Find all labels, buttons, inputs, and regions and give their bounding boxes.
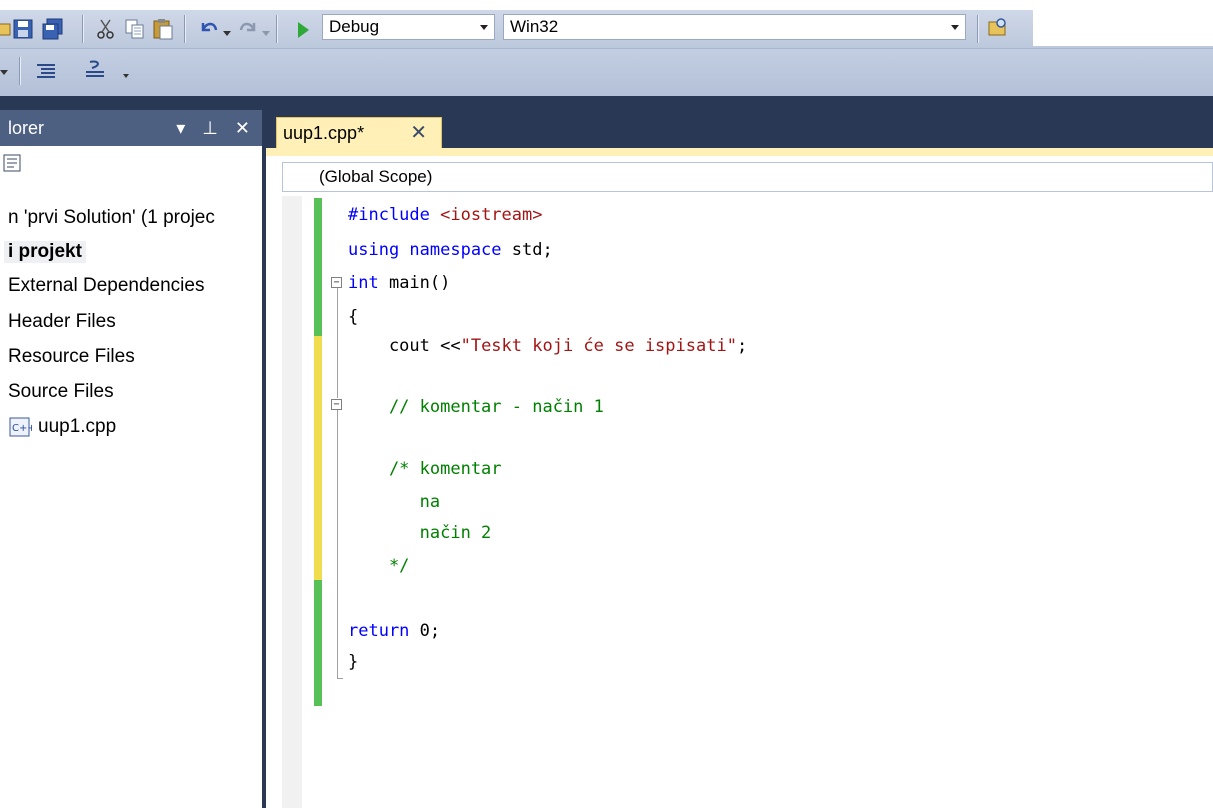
- save-icon[interactable]: [12, 18, 34, 40]
- solution-explorer-panel: n 'prvi Solution' (1 projec i projekt Ex…: [0, 146, 262, 808]
- window-controls[interactable]: ▾ ⊥ ✕: [176, 110, 256, 146]
- scope-value: (Global Scope): [319, 167, 433, 186]
- solution-platform-select[interactable]: Win32: [503, 14, 966, 40]
- platform-value: Win32: [510, 17, 559, 36]
- code-editor[interactable]: (Global Scope) − − #include <iostream> u…: [266, 156, 1213, 808]
- tree-item-uup1-cpp[interactable]: uup1.cpp: [38, 416, 116, 438]
- tab-uup1-cpp[interactable]: uup1.cpp* ✕: [276, 117, 442, 149]
- code-line-11: način 2: [348, 523, 492, 543]
- close-icon[interactable]: ✕: [410, 118, 427, 148]
- tree-item-external-dependencies[interactable]: External Dependencies: [8, 275, 204, 297]
- cut-icon[interactable]: [95, 18, 117, 40]
- copy-icon[interactable]: [124, 18, 146, 40]
- tree-item-resource-files[interactable]: Resource Files: [8, 346, 135, 368]
- standard-toolbar: Debug Win32: [0, 10, 1213, 48]
- solution-explorer-title: lorer: [8, 118, 45, 138]
- toolbar-overflow-icon[interactable]: [123, 74, 129, 78]
- collapse-icon[interactable]: −: [331, 399, 342, 410]
- search-box[interactable]: [1033, 10, 1213, 46]
- paste-icon[interactable]: [152, 18, 174, 40]
- toolbar-separator: [184, 15, 185, 43]
- code-line-7: // komentar - način 1: [348, 397, 604, 417]
- redo-icon[interactable]: [237, 18, 259, 40]
- code-line-9: /* komentar: [348, 459, 502, 479]
- fold-guide-end: [337, 678, 343, 679]
- chevron-down-icon: [480, 25, 488, 30]
- toolbar-separator: [977, 15, 978, 43]
- code-line-14: return 0;: [348, 621, 441, 641]
- save-all-icon[interactable]: [42, 18, 64, 40]
- code-line-15: }: [348, 652, 359, 672]
- tree-item-project[interactable]: i projekt: [4, 241, 86, 263]
- code-line-1: #include <iostream>: [348, 205, 543, 225]
- find-in-files-icon[interactable]: [987, 16, 1009, 38]
- change-indicator-saved: [314, 198, 322, 336]
- tab-label: uup1.cpp*: [283, 123, 365, 143]
- tree-item-solution[interactable]: n 'prvi Solution' (1 projec: [8, 207, 215, 229]
- change-indicator-saved: [314, 580, 322, 706]
- indicator-margin: [282, 196, 302, 808]
- top-strip: [0, 0, 1213, 10]
- svg-text:C++: C++: [12, 423, 32, 434]
- toolbar-separator: [19, 57, 20, 85]
- config-value: Debug: [329, 17, 380, 36]
- code-line-10: na: [348, 492, 441, 512]
- collapse-icon[interactable]: −: [331, 277, 342, 288]
- tab-accent-bar: [266, 148, 1213, 156]
- redo-dropdown-icon[interactable]: [262, 31, 270, 36]
- fold-guide: [337, 288, 338, 398]
- tree-item-source-files[interactable]: Source Files: [8, 381, 114, 403]
- start-debugging-icon[interactable]: [292, 19, 314, 41]
- toolbar-separator: [82, 15, 83, 43]
- change-indicator-unsaved: [314, 336, 322, 580]
- code-line-5: cout <<"Teskt koji će se ispisati";: [348, 336, 748, 356]
- toolbar-separator: [276, 15, 277, 43]
- chevron-down-icon: [951, 25, 959, 30]
- uncomment-lines-icon[interactable]: [84, 59, 106, 81]
- properties-icon[interactable]: [2, 152, 24, 174]
- solution-explorer-header: lorer ▾ ⊥ ✕: [0, 110, 262, 146]
- comment-lines-icon[interactable]: [35, 61, 57, 83]
- undo-icon[interactable]: [198, 18, 220, 40]
- code-line-3: int main(): [348, 273, 451, 293]
- toolbar-dropdown-icon[interactable]: [0, 70, 8, 75]
- code-line-12: */: [348, 556, 410, 576]
- undo-dropdown-icon[interactable]: [223, 31, 231, 36]
- code-line-4: {: [348, 307, 359, 327]
- solution-configuration-select[interactable]: Debug: [322, 14, 495, 40]
- scope-navigation-select[interactable]: (Global Scope): [282, 162, 1213, 192]
- cpp-file-icon: C++: [9, 417, 32, 437]
- text-editor-toolbar: [0, 48, 1213, 97]
- tree-item-header-files[interactable]: Header Files: [8, 311, 116, 333]
- code-line-2: using namespace std;: [348, 240, 553, 260]
- solution-explorer-toolbar: [0, 146, 262, 178]
- fold-guide: [337, 410, 338, 678]
